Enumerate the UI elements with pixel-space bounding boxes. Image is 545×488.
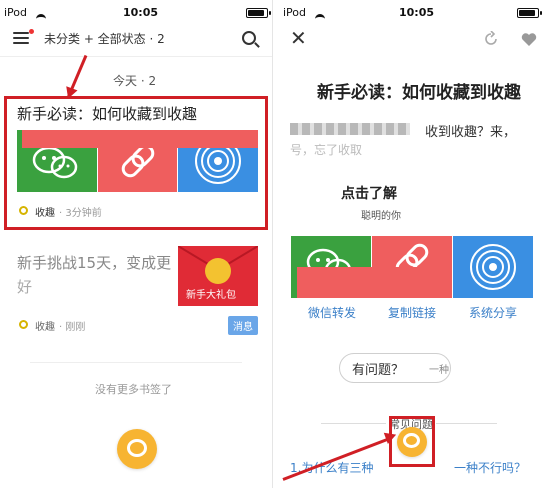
card-2-time: · 刚刚	[59, 322, 86, 333]
left-phone-screen: iPod 10:05 未分类 + 全部状态 · 2 今天 · 2 新手必读：如何…	[0, 0, 272, 488]
gift-pack-text: 新手大礼包	[186, 290, 236, 301]
no-more-bookmarks: 没有更多书签了	[95, 383, 172, 396]
close-icon[interactable]: ✕	[290, 26, 307, 50]
gift-leaf-icon	[205, 258, 231, 284]
gift-pack-image: 新手大礼包	[177, 245, 259, 306]
card-1-time: · 3分钟前	[59, 208, 102, 219]
heart-icon[interactable]	[521, 32, 537, 47]
left-status-time: 10:05	[123, 6, 159, 19]
right-phone-screen: iPod 10:05 ✕ 新手必读：如何收藏到收趣 收到收趣？来， 号，忘了收取…	[273, 0, 545, 488]
article-body-line2: 号，忘了收取	[290, 143, 363, 157]
section-header-today: 今天 · 2	[113, 74, 157, 88]
wifi-icon	[311, 7, 325, 26]
list-divider	[30, 362, 242, 363]
system-share-option-image[interactable]	[453, 236, 533, 298]
question-pill-tail: 一种	[429, 365, 449, 376]
add-bookmark-button[interactable]	[117, 429, 157, 469]
toolbar-divider	[0, 56, 272, 57]
card-2-tag[interactable]: 收趣	[35, 318, 55, 333]
filter-dropdown[interactable]: 未分类 + 全部状态 · 2	[44, 30, 165, 47]
message-badge[interactable]: 消息	[228, 316, 258, 335]
article-subheading: 点击了解	[341, 186, 397, 202]
bubble-icon	[403, 433, 420, 448]
overlay-strip	[22, 130, 258, 148]
left-status-carrier: iPod	[4, 6, 28, 19]
search-icon[interactable]	[242, 31, 256, 45]
article-title: 新手必读：如何收藏到收趣	[317, 83, 521, 103]
tag-bubble-icon	[19, 206, 28, 215]
faq-item-1-end[interactable]: 一种不行吗？	[454, 459, 526, 476]
card-2-title-line1[interactable]: 新手挑战15天，变成更	[17, 252, 171, 273]
share-option-wechat[interactable]: 微信转发	[308, 304, 356, 321]
scrambled-text-block	[290, 123, 410, 135]
battery-icon	[517, 8, 542, 18]
tag-bubble-icon	[19, 320, 28, 329]
share-option-system[interactable]: 系统分享	[469, 304, 517, 321]
right-status-time: 10:05	[399, 6, 435, 19]
right-status-carrier: iPod	[283, 6, 307, 19]
battery-icon	[246, 8, 271, 18]
question-pill-label: 有问题？	[352, 363, 405, 378]
bubble-icon	[127, 439, 147, 457]
article-subtext: 聪明的你	[361, 211, 401, 222]
broadcast-icon	[470, 244, 516, 290]
card-1-tag[interactable]: 收趣	[35, 204, 55, 219]
article-body-line1: 收到收趣？来，	[425, 125, 517, 140]
bookmark-fab-button[interactable]	[397, 427, 427, 457]
wifi-icon	[32, 7, 46, 26]
overlay-strip	[297, 267, 452, 298]
share-option-copy-link[interactable]: 复制链接	[388, 304, 436, 321]
notification-dot	[29, 29, 34, 34]
card-2-title-line2: 好	[17, 278, 33, 296]
card-1-title: 新手必读：如何收藏到收趣	[17, 105, 198, 123]
menu-icon[interactable]	[13, 29, 29, 47]
refresh-icon[interactable]	[483, 31, 499, 47]
